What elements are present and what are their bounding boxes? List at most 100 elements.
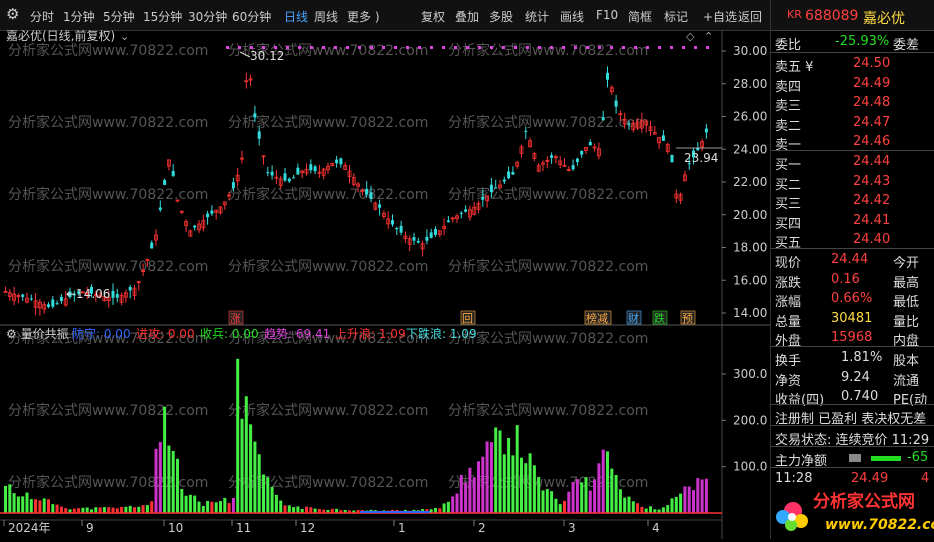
signal-dot [322,46,325,49]
volume-bar [257,454,261,513]
low-annotation: ←14.06 [66,287,110,301]
bid-label: 买四 [775,216,802,232]
volume-bar [601,449,605,513]
watermark-text: 分析家公式网www.70822.com [228,258,428,275]
volume-bar [442,503,446,513]
candle-body [55,303,59,305]
volume-bar [158,441,162,513]
toolbar-item-18[interactable]: 返回 [738,8,762,25]
ask-label: 卖五 ¥ [775,60,814,75]
toolbar-item-0[interactable]: 分时 [30,8,54,25]
time-tick-label: 11 [236,521,251,535]
volume-bar [42,498,46,513]
toolbar-item-2[interactable]: 5分钟 [103,8,135,25]
toolbar-item-15[interactable]: 简框 [628,8,652,25]
stat2-value: 0.740 [841,389,879,404]
price-tick-label: 16.00 [733,273,767,287]
event-marker: 回 [462,312,473,325]
stat2-value: 1.81% [841,350,883,365]
diamond-icon: ◇ [686,30,695,43]
bid-row: 买三 24.42 [771,191,934,212]
kline-chart[interactable]: 分析家公式网www.70822.com 分析家公式网www.70822.com 分析… [0,28,770,539]
volume-bar [29,499,33,513]
toolbar-item-11[interactable]: 多股 [489,8,513,25]
stat-right-label: 今开 [893,256,920,271]
signal-dot [670,46,673,49]
indicator-value: 防守: 0.00 [72,326,131,341]
volume-bar [575,479,579,513]
candle-body [489,184,493,193]
volume-bar [618,489,622,513]
volume-bar [249,424,253,513]
toolbar-item-4[interactable]: 30分钟 [188,8,227,25]
candle-body [111,290,115,298]
volume-bar [98,507,102,513]
stat-value: 15968 [831,330,873,345]
watermark-text: 分析家公式网www.70822.com [448,114,648,131]
volume-bar [111,507,115,513]
trade-state: 交易状态: 连续竞价 11:29 [775,433,930,448]
volume-bar [661,507,665,513]
candle-body [507,171,511,179]
toolbar-item-3[interactable]: 15分钟 [143,8,182,25]
volume-bar [674,496,678,513]
toolbar-item-13[interactable]: 画线 [560,8,584,25]
toolbar-item-17[interactable]: +自选 [703,8,737,25]
volume-bar [696,478,700,513]
event-marker: 跌 [654,311,665,325]
watermark-text: 分析家公式网www.70822.com [448,186,648,203]
volume-bar [94,507,98,513]
volume-bar [193,495,197,513]
toolbar-item-12[interactable]: 统计 [525,8,549,25]
toolbar-item-9[interactable]: 复权 [421,8,445,25]
volume-bar [434,507,437,513]
signal-dot [514,46,517,49]
toolbar-item-1[interactable]: 1分钟 [63,8,95,25]
bid-label: 买一 [775,158,802,173]
toolbar-item-10[interactable]: 叠加 [455,8,479,25]
volume-bar [25,492,29,513]
toolbar-item-16[interactable]: 标记 [664,8,688,25]
volume-bar [485,441,489,513]
volume-bar [567,491,571,513]
toolbar-item-5[interactable]: 60分钟 [232,8,271,25]
bid-price: 24.40 [853,232,891,247]
vol-tick-label: 100.0 [733,460,767,474]
price-tick-label: 24.00 [733,142,767,156]
candle-body [257,131,261,139]
site-logo: 分析家公式网 www.70822.com [771,485,934,539]
bid-price: 24.41 [853,212,891,228]
volume-bar [279,500,283,513]
signal-dot [430,46,433,49]
volume-bar [481,456,485,513]
bid-price: 24.43 [853,173,891,189]
toolbar-item-8[interactable]: 更多 ) [347,8,380,25]
time-tick-label: 10 [168,521,183,535]
volume-bar [679,493,683,513]
candle-body [206,213,210,218]
toolbar-item-14[interactable]: F10 [596,8,618,22]
event-marker: 预 [682,312,693,325]
signal-dot [586,46,589,49]
volume-bar [124,506,128,513]
signal-dot [694,46,697,49]
volume-bar [12,493,16,513]
volume-bar [511,455,515,513]
volume-bar [180,489,184,513]
stock-header: KR 688089 嘉必优 [771,6,934,27]
toolbar-item-7[interactable]: 周线 [314,8,338,25]
volume-bar [107,507,111,513]
volume-bar [502,454,506,513]
signal-dot [406,46,409,49]
candle-body [494,187,498,189]
toolbar-item-6[interactable]: 日线 [284,8,308,25]
chart-settings-icon[interactable]: ⚙ [6,5,19,23]
stat-right-label: 最高 [893,275,920,291]
signal-dot [490,46,493,49]
candle-body [464,209,468,212]
main-net-row: 主力净额 -65 [775,450,929,469]
kr-badge: KR [787,8,802,21]
volume-bar [666,505,670,513]
chart-area[interactable]: 分析家公式网www.70822.com 分析家公式网www.70822.com 分析… [0,28,770,539]
volume-bar [558,504,562,513]
